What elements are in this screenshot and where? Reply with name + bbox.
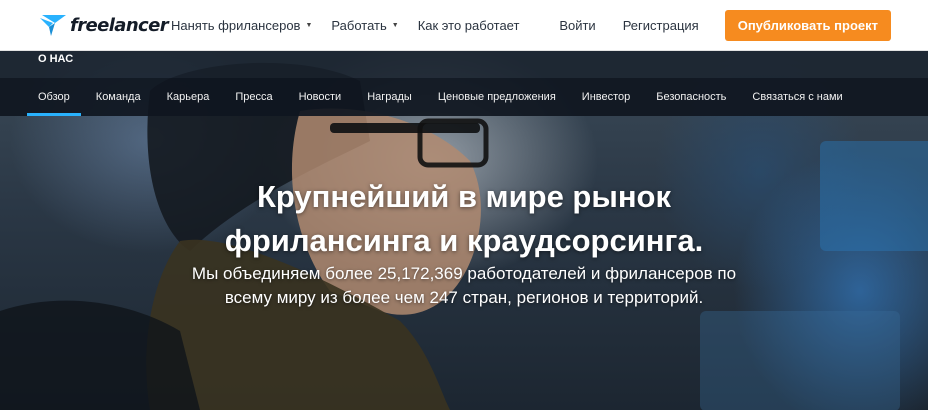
subnav-item-awards[interactable]: Награды (367, 78, 412, 116)
login-link[interactable]: Войти (559, 18, 595, 33)
hero-headline: Крупнейший в мире рынок фрилансинга и кр… (0, 175, 928, 263)
section-title: О НАС (38, 53, 74, 65)
nav-hire-label: Нанять фрилансеров (171, 18, 301, 33)
post-project-button[interactable]: Опубликовать проект (724, 10, 891, 41)
subnav-item-pricing[interactable]: Ценовые предложения (438, 78, 556, 116)
hero-banner: О НАС Обзор Команда Карьера Пресса Новос… (0, 51, 928, 410)
hero-subheadline-line-2: всему миру из более чем 247 стран, регио… (224, 288, 704, 307)
chevron-down-icon: ▼ (305, 22, 313, 29)
signup-link[interactable]: Регистрация (623, 18, 699, 33)
subnav-item-contact[interactable]: Связаться с нами (752, 78, 842, 116)
freelancer-bird-icon (40, 15, 66, 36)
nav-work-label: Работать (331, 18, 387, 33)
auth-nav: Войти Регистрация Опубликовать проект (559, 0, 928, 51)
section-header-bar: О НАС (0, 51, 928, 78)
hero-subheadline: Мы объединяем более 25,172,369 работодат… (0, 262, 928, 310)
subnav-item-overview[interactable]: Обзор (27, 78, 81, 116)
subnav-item-press[interactable]: Пресса (235, 78, 272, 116)
nav-work[interactable]: Работать ▼ (331, 18, 398, 33)
about-subnav: Обзор Команда Карьера Пресса Новости Наг… (0, 78, 928, 116)
freelancer-logo[interactable]: freelancer (38, 13, 169, 37)
subnav-item-investor[interactable]: Инвестор (582, 78, 630, 116)
nav-how-it-works[interactable]: Как это работает (418, 18, 520, 33)
top-header: freelancer Нанять фрилансеров ▼ Работать… (0, 0, 928, 51)
subnav-item-news[interactable]: Новости (299, 78, 342, 116)
hero-headline-line-1: Крупнейший в мире рынок (256, 179, 672, 214)
nav-hire-freelancers[interactable]: Нанять фрилансеров ▼ (171, 18, 312, 33)
chevron-down-icon: ▼ (391, 22, 399, 29)
main-nav: Нанять фрилансеров ▼ Работать ▼ Как это … (171, 0, 538, 51)
nav-how-label: Как это работает (417, 18, 520, 33)
logo-text: freelancer (70, 14, 169, 36)
subnav-item-security[interactable]: Безопасность (656, 78, 726, 116)
hero-headline-line-2: фрилансинга и краудсорсинга. (224, 223, 704, 258)
subnav-item-team[interactable]: Команда (96, 78, 141, 116)
subnav-item-careers[interactable]: Карьера (167, 78, 210, 116)
hero-subheadline-line-1: Мы объединяем более 25,172,369 работодат… (191, 264, 737, 283)
